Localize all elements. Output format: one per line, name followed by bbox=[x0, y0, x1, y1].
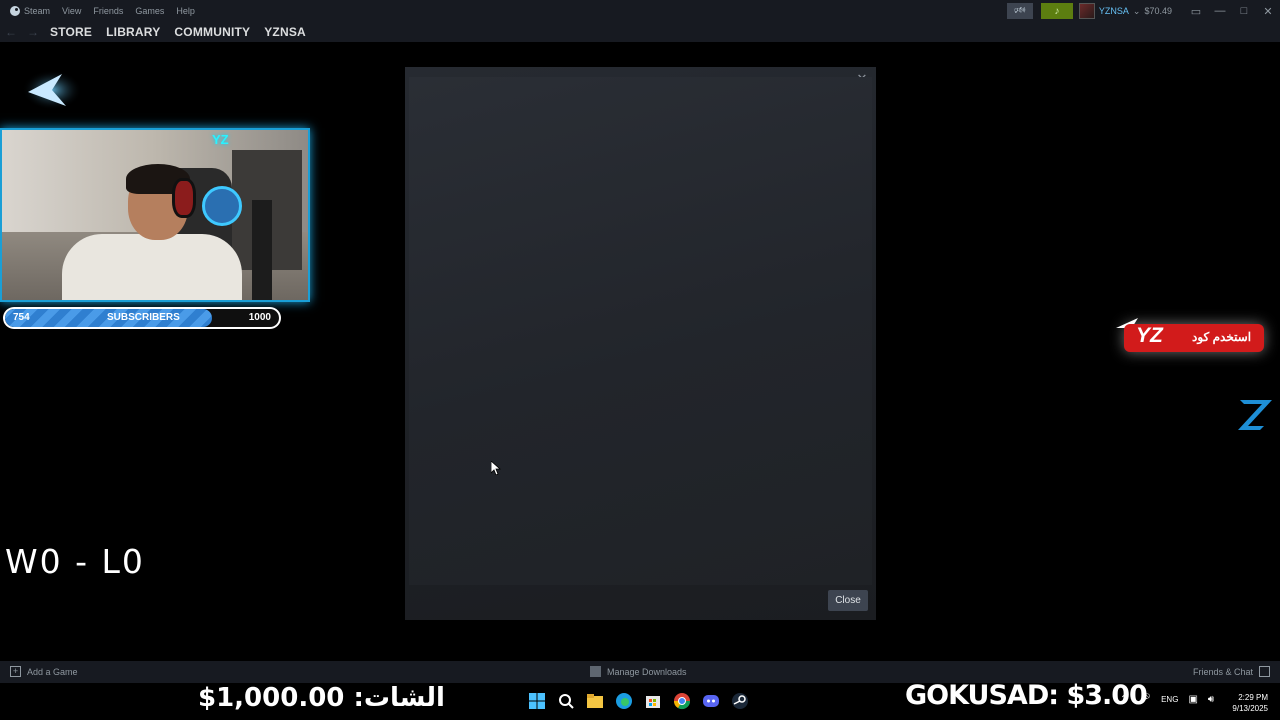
language-indicator[interactable]: ENG bbox=[1161, 695, 1178, 704]
menu-steam-label: Steam bbox=[24, 6, 51, 16]
add-game-label: Add a Game bbox=[27, 666, 78, 677]
notifications-button[interactable]: ♪ bbox=[1040, 3, 1073, 19]
system-tray: ⌃ 🎤︎ ENG ▣ 🔊︎ bbox=[1120, 694, 1214, 705]
subscriber-goal: 1000 bbox=[248, 312, 271, 323]
menu-view[interactable]: View bbox=[62, 6, 81, 16]
clock-time: 2:29 PM bbox=[1238, 693, 1268, 702]
tab-store[interactable]: STORE bbox=[50, 25, 92, 39]
close-icon: ✕ bbox=[1263, 5, 1273, 18]
account-balance: $70.49 bbox=[1144, 6, 1172, 16]
webcam-person-body bbox=[62, 234, 242, 300]
taskbar-clock[interactable]: 2:29 PM 9/13/2025 bbox=[1232, 692, 1268, 714]
minimize-button[interactable]: — bbox=[1208, 0, 1232, 22]
donation-ticker: GOKUSAD: $3.00 bbox=[905, 680, 1148, 711]
menu-help[interactable]: Help bbox=[176, 6, 195, 16]
chrome-icon[interactable] bbox=[673, 692, 691, 710]
maximize-button[interactable]: □ bbox=[1232, 0, 1256, 22]
chat-ticker: الشات: 1,000.00$ bbox=[198, 683, 446, 713]
account-name: YZNSA bbox=[1098, 6, 1129, 16]
add-game-button[interactable]: + Add a Game bbox=[10, 666, 78, 677]
avatar bbox=[1078, 3, 1095, 19]
menu-steam[interactable]: Steam bbox=[10, 6, 50, 16]
win-loss-score: W0 - L0 bbox=[5, 542, 145, 581]
megaphone-icon: 🕬 bbox=[1014, 5, 1026, 15]
chevron-up-icon[interactable]: ⌃ bbox=[1120, 694, 1128, 705]
manage-downloads-label: Manage Downloads bbox=[607, 666, 687, 677]
forward-arrow-icon[interactable]: → bbox=[22, 25, 44, 39]
back-arrow-icon[interactable]: ← bbox=[0, 25, 22, 39]
friends-chat-label: Friends & Chat bbox=[1192, 666, 1253, 677]
monitor-icon: ▭ bbox=[1190, 5, 1202, 18]
webcam-wall-avatar bbox=[202, 186, 242, 226]
maximize-icon: □ bbox=[1240, 5, 1248, 17]
menu-friends[interactable]: Friends bbox=[93, 6, 123, 16]
windows-start-icon[interactable] bbox=[528, 692, 546, 710]
nav-tabs: STORE LIBRARY COMMUNITY YZNSA bbox=[50, 25, 306, 39]
headset-icon bbox=[172, 178, 196, 218]
creator-code-brand: YZ bbox=[1136, 324, 1163, 347]
tab-library[interactable]: LIBRARY bbox=[106, 25, 160, 39]
download-icon bbox=[590, 666, 601, 677]
manage-downloads-button[interactable]: Manage Downloads bbox=[590, 666, 687, 677]
creator-code-badge: YZ استخدم كود bbox=[1114, 316, 1266, 356]
titlebar-controls: 🕬 ♪ YZNSA ⌄ $70.49 ▭ — □ ✕ bbox=[1006, 0, 1280, 22]
steam-navbar: ← → STORE LIBRARY COMMUNITY YZNSA bbox=[0, 22, 1280, 42]
webcam-feed: YZ bbox=[0, 128, 310, 302]
taskbar-apps bbox=[528, 692, 749, 710]
microphone-arm bbox=[252, 200, 272, 300]
tab-community[interactable]: COMMUNITY bbox=[174, 25, 250, 39]
yz-brand-icon bbox=[1238, 400, 1272, 430]
steam-titlebar: Steam View Friends Games Help 🕬 ♪ YZNSA … bbox=[0, 0, 1280, 22]
subscriber-goal-track: 754 SUBSCRIBERS 1000 bbox=[5, 309, 279, 327]
microphone-icon[interactable]: 🎤︎ bbox=[1138, 694, 1151, 705]
big-picture-button[interactable]: ▭ bbox=[1184, 0, 1208, 22]
steam-logo-icon bbox=[10, 6, 20, 16]
chevron-down-icon: ⌄ bbox=[1132, 5, 1141, 16]
account-menu[interactable]: YZNSA ⌄ $70.49 bbox=[1078, 3, 1172, 19]
steam-taskbar-icon[interactable] bbox=[731, 692, 749, 710]
stream-logo-icon bbox=[22, 70, 82, 110]
tab-profile[interactable]: YZNSA bbox=[264, 25, 306, 39]
clock-date: 9/13/2025 bbox=[1232, 704, 1268, 713]
plus-icon: + bbox=[10, 666, 21, 677]
subscriber-count: 754 bbox=[13, 312, 30, 323]
dialog: ✕ Close bbox=[405, 67, 876, 620]
chat-icon bbox=[1259, 666, 1270, 677]
mouse-cursor-icon bbox=[491, 461, 501, 475]
search-icon[interactable] bbox=[557, 692, 575, 710]
subscriber-label: SUBSCRIBERS bbox=[107, 312, 180, 323]
file-explorer-icon[interactable] bbox=[586, 692, 604, 710]
network-icon[interactable]: ▣ bbox=[1188, 694, 1197, 705]
friends-chat-button[interactable]: Friends & Chat bbox=[1193, 666, 1270, 677]
dialog-content bbox=[409, 77, 872, 585]
steam-menu: Steam View Friends Games Help bbox=[0, 6, 195, 16]
creator-code-text: استخدم كود bbox=[1192, 330, 1252, 344]
minimize-icon: — bbox=[1214, 5, 1226, 17]
menu-games[interactable]: Games bbox=[135, 6, 164, 16]
discord-icon[interactable] bbox=[702, 692, 720, 710]
bell-icon: ♪ bbox=[1054, 5, 1060, 17]
edge-browser-icon[interactable] bbox=[615, 692, 633, 710]
close-button[interactable]: Close bbox=[828, 590, 868, 611]
close-window-button[interactable]: ✕ bbox=[1256, 0, 1280, 22]
announcements-button[interactable]: 🕬 bbox=[1006, 3, 1033, 19]
volume-icon[interactable]: 🔊︎ bbox=[1208, 694, 1214, 705]
webcam-brand-logo: YZ bbox=[212, 132, 229, 147]
store-icon[interactable] bbox=[644, 692, 662, 710]
subscriber-goal-bar: 754 SUBSCRIBERS 1000 bbox=[3, 307, 281, 329]
